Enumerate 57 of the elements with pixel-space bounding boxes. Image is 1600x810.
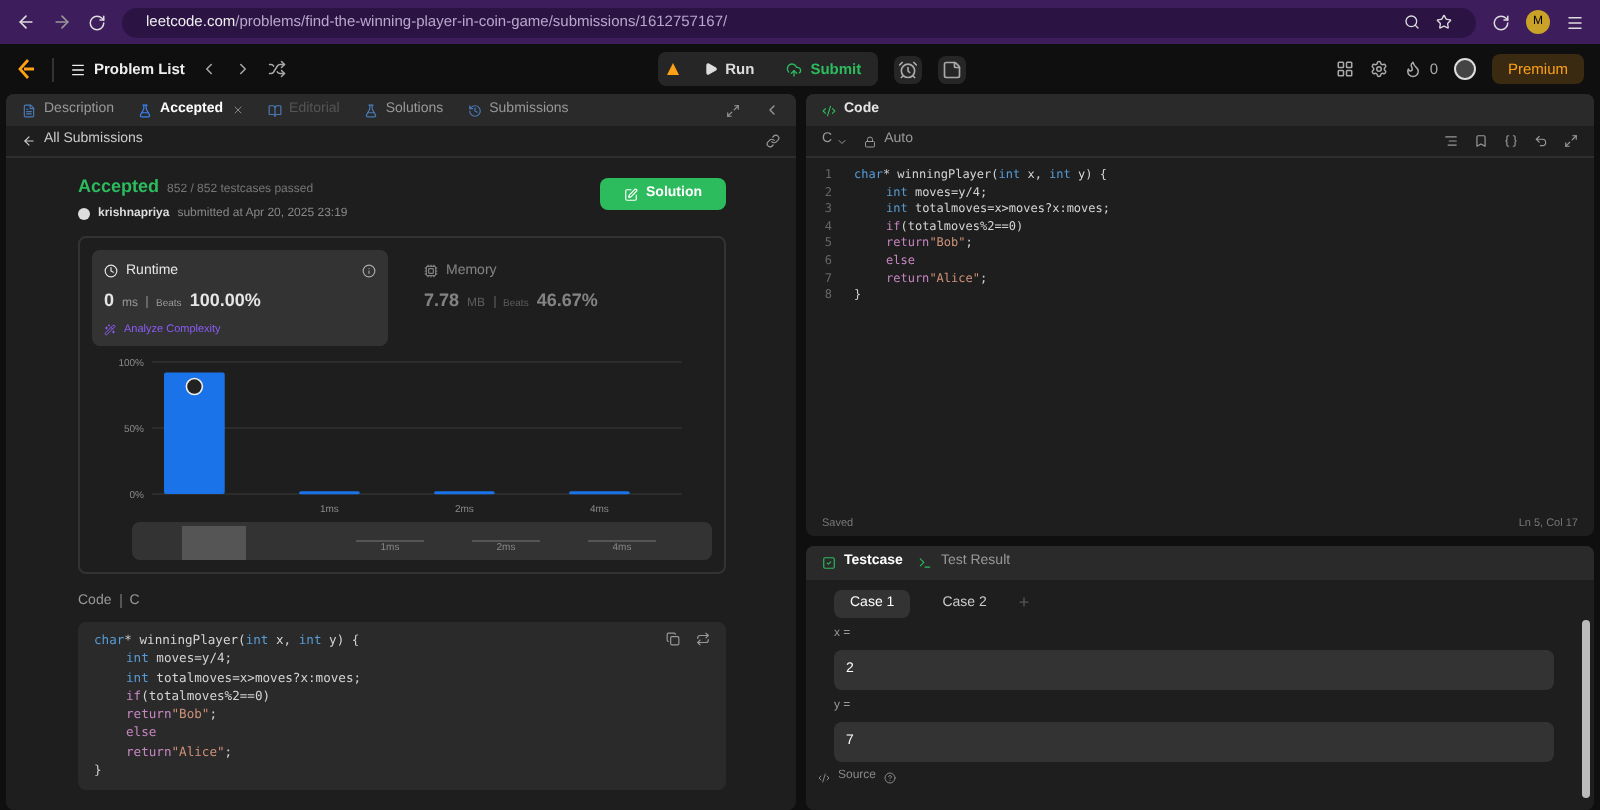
maximize-icon[interactable] <box>1564 134 1578 148</box>
maximize-icon[interactable] <box>726 103 740 117</box>
link-icon[interactable] <box>766 134 780 148</box>
reload-icon[interactable] <box>88 13 106 31</box>
checkbox-icon <box>822 556 836 570</box>
metric-value: 7.78 <box>424 288 460 314</box>
note-icon[interactable] <box>937 55 966 83</box>
copy-icon[interactable] <box>666 632 680 646</box>
list-icon <box>70 61 86 77</box>
status-text: Accepted <box>78 174 160 200</box>
collapse-icon[interactable] <box>764 102 780 118</box>
wand-icon <box>104 323 116 336</box>
back-icon[interactable] <box>16 12 36 32</box>
undo-icon[interactable] <box>1534 134 1548 148</box>
menu-icon[interactable] <box>1566 13 1584 31</box>
chart-bar <box>164 371 225 493</box>
search-icon[interactable] <box>1404 14 1420 30</box>
back-arrow-icon <box>22 134 36 148</box>
timer-icon[interactable] <box>893 55 922 83</box>
beats-value: 46.67% <box>536 288 598 314</box>
logo-icon[interactable] <box>16 58 36 80</box>
braces-icon[interactable] <box>1504 134 1518 148</box>
user-avatar <box>78 208 90 220</box>
forward-icon[interactable] <box>52 12 72 32</box>
flame-icon <box>1403 60 1422 78</box>
code-icon <box>822 103 836 117</box>
cloud-upload-icon <box>786 61 803 77</box>
settings-icon[interactable] <box>1369 60 1388 78</box>
terminal-icon <box>918 556 933 570</box>
debug-icon[interactable] <box>665 62 680 76</box>
bookmark-icon[interactable] <box>1474 134 1488 148</box>
chevron-down-icon <box>836 135 849 147</box>
format-icon[interactable] <box>1444 134 1458 148</box>
help-icon[interactable] <box>884 771 897 783</box>
lock-icon <box>864 135 877 147</box>
edit-icon <box>624 187 638 201</box>
code-icon <box>818 771 830 783</box>
star-icon[interactable] <box>1436 14 1452 30</box>
metric-value: 0 <box>104 288 115 314</box>
swap-icon[interactable] <box>696 632 710 646</box>
tab-icon <box>267 103 282 117</box>
tab-icon <box>467 103 482 117</box>
tab-icon <box>22 103 36 117</box>
avatar-marker <box>185 376 204 395</box>
tab-icon <box>138 103 153 117</box>
user-avatar[interactable] <box>1454 58 1476 80</box>
grid-icon[interactable] <box>1335 60 1354 78</box>
info-icon[interactable] <box>362 264 376 279</box>
shuffle-icon[interactable] <box>268 60 287 78</box>
scrollbar[interactable] <box>1582 620 1590 798</box>
sync-icon[interactable] <box>1492 13 1510 31</box>
chip-icon <box>424 264 438 279</box>
clock-icon <box>104 264 118 279</box>
play-icon <box>703 62 718 76</box>
tab-icon <box>363 103 378 117</box>
close-icon[interactable] <box>231 104 244 116</box>
beats-value: 100.00% <box>189 288 261 314</box>
